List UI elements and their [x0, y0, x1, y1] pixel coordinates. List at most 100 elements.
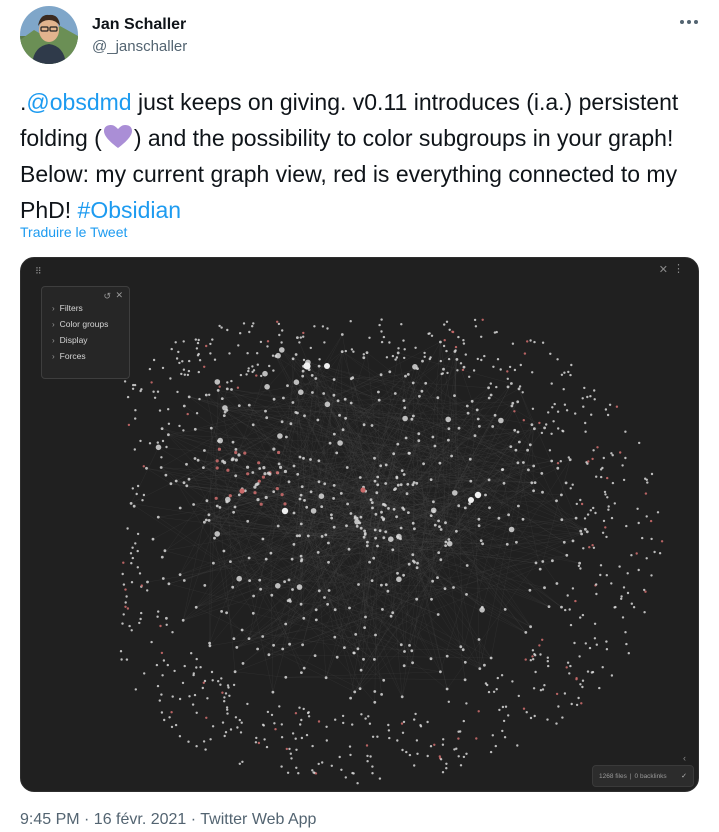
graph-node	[501, 468, 505, 471]
graph-node	[198, 397, 201, 401]
graph-view-screenshot[interactable]: ⠿ ✕ ⋮ ↺ ✕ › Filters › Color groups › Displa…	[20, 257, 699, 792]
graph-node	[309, 490, 313, 494]
graph-node	[363, 626, 366, 629]
graph-node	[134, 542, 137, 545]
graph-node	[326, 602, 329, 606]
graph-edge	[490, 394, 545, 429]
more-options-icon[interactable]	[678, 14, 700, 30]
graph-node	[298, 706, 301, 709]
graph-node	[394, 358, 397, 361]
graph-node	[175, 357, 179, 360]
graph-node	[568, 608, 571, 611]
graph-node	[400, 722, 404, 725]
graph-node	[466, 411, 470, 415]
graph-node	[391, 354, 395, 358]
graph-node	[226, 381, 229, 384]
graph-node	[611, 481, 615, 485]
graph-node	[236, 575, 242, 582]
graph-node	[637, 568, 640, 572]
graph-node	[438, 461, 442, 465]
author-name[interactable]: Jan Schaller	[92, 16, 186, 34]
graph-node	[266, 340, 270, 343]
panel-item-label: Display	[59, 335, 88, 345]
graph-node	[387, 729, 391, 732]
graph-node	[462, 755, 466, 759]
graph-node	[533, 481, 537, 484]
graph-node	[419, 724, 422, 727]
graph-node	[403, 356, 406, 360]
graph-node	[414, 346, 417, 349]
graph-node	[380, 693, 383, 696]
graph-node	[159, 624, 162, 628]
graph-node	[463, 660, 467, 664]
tweet-timestamp[interactable]: 9:45 PM · 16 févr. 2021 · Twitter Web Ap…	[20, 811, 316, 829]
graph-node	[588, 646, 592, 650]
graph-node	[388, 736, 391, 740]
graph-node	[365, 744, 369, 747]
graph-node	[480, 358, 483, 362]
graph-node	[380, 510, 383, 514]
graph-node	[621, 464, 624, 467]
graph-node	[457, 335, 460, 339]
author-handle[interactable]: @_janschaller	[92, 38, 187, 55]
graph-node	[207, 513, 211, 517]
graph-node	[545, 423, 548, 426]
mention-link[interactable]: @obsdmd	[26, 89, 131, 115]
graph-node	[162, 659, 166, 662]
graph-node	[288, 747, 291, 751]
graph-node	[621, 616, 625, 619]
graph-node	[496, 676, 499, 680]
graph-node	[166, 663, 169, 667]
graph-node	[517, 694, 520, 698]
graph-node	[431, 579, 434, 583]
graph-node	[194, 605, 198, 609]
graph-node	[402, 508, 406, 511]
graph-node	[529, 659, 532, 662]
graph-node	[574, 599, 577, 603]
graph-node	[301, 643, 304, 647]
graph-node	[374, 512, 378, 516]
graph-node	[593, 622, 597, 625]
graph-node	[165, 616, 168, 620]
graph-node	[188, 695, 191, 698]
graph-node	[387, 507, 390, 510]
graph-node	[349, 377, 353, 381]
graph-node	[423, 351, 426, 355]
avatar[interactable]	[20, 6, 78, 64]
graph-node	[596, 446, 599, 449]
graph-node	[645, 515, 648, 518]
graph-node	[277, 462, 281, 466]
graph-node	[174, 341, 177, 344]
panel-close-icon: ✕	[115, 290, 123, 300]
graph-node	[294, 712, 298, 715]
graph-node	[235, 646, 239, 649]
graph-node	[368, 336, 371, 339]
graph-node	[424, 381, 428, 385]
graph-node	[422, 462, 425, 466]
graph-node	[538, 567, 542, 571]
graph-node	[379, 373, 383, 377]
graph-node	[613, 606, 616, 609]
graph-node	[280, 420, 284, 424]
graph-node	[317, 480, 321, 484]
graph-node	[351, 723, 354, 726]
graph-node-hub-red	[360, 487, 366, 493]
graph-node	[570, 702, 573, 706]
graph-node	[287, 480, 291, 484]
graph-node	[405, 750, 408, 754]
graph-node	[426, 720, 429, 724]
graph-node	[396, 535, 400, 539]
graph-node	[630, 554, 633, 557]
graph-node	[440, 372, 443, 376]
graph-node	[636, 507, 639, 510]
graph-node	[232, 510, 236, 514]
graph-node	[611, 454, 614, 457]
hashtag-link[interactable]: #Obsidian	[78, 197, 182, 223]
panel-item-label: Forces	[59, 351, 86, 361]
translate-tweet-link[interactable]: Traduire le Tweet	[20, 224, 127, 240]
graph-node	[131, 387, 135, 390]
graph-node	[569, 623, 573, 627]
graph-node	[413, 527, 416, 531]
graph-node	[502, 719, 506, 723]
graph-node	[557, 427, 560, 430]
